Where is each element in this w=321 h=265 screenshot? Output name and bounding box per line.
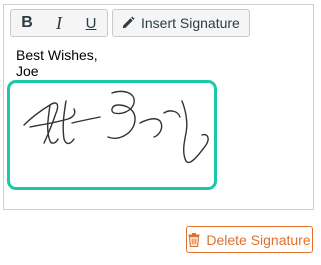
formatting-toolbar: B I U Insert Signature: [10, 9, 250, 39]
insert-signature-label: Insert Signature: [141, 15, 240, 31]
trash-icon: [188, 232, 200, 247]
underline-button[interactable]: U: [75, 10, 107, 36]
delete-signature-label: Delete Signature: [206, 231, 311, 248]
bold-button[interactable]: B: [11, 10, 43, 36]
insert-signature-button[interactable]: Insert Signature: [112, 9, 250, 37]
name-line: Joe: [16, 63, 39, 79]
signature-text[interactable]: Best Wishes, Joe: [16, 47, 98, 79]
signature-editor[interactable]: B I U Insert Signature Best Wishes, Joe: [3, 4, 314, 210]
signature-image-frame[interactable]: [7, 80, 217, 190]
handwritten-signature-image: [23, 90, 209, 164]
pencil-icon: [122, 16, 135, 29]
text-format-group: B I U: [10, 9, 108, 37]
italic-button[interactable]: I: [43, 10, 75, 36]
delete-signature-button[interactable]: Delete Signature: [186, 226, 313, 253]
closing-line: Best Wishes,: [16, 47, 98, 63]
